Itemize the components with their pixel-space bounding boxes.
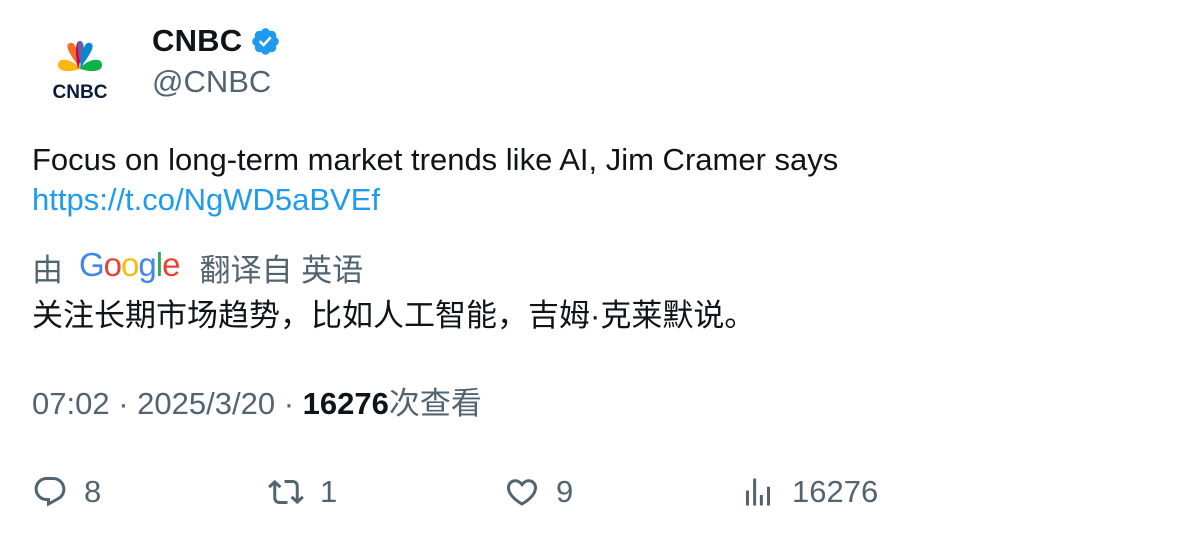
meta-separator: ·: [283, 386, 295, 421]
reply-icon: [34, 477, 66, 507]
translation-prefix: 由: [32, 252, 63, 288]
retweet-icon: [268, 479, 304, 505]
retweet-button[interactable]: 1: [268, 470, 337, 514]
author-info: CNBC @CNBC: [152, 20, 281, 102]
heart-icon: [506, 479, 538, 506]
verified-badge-icon[interactable]: [250, 26, 281, 57]
display-name[interactable]: CNBC: [152, 23, 242, 59]
tweet-text-content: Focus on long-term market trends like AI…: [32, 142, 839, 177]
tweet-time[interactable]: 07:02: [32, 386, 110, 421]
cnbc-peacock-logo-icon: CNBC: [53, 41, 108, 103]
tweet-meta: 07:02 · 2025/3/20 · 16276次查看: [32, 383, 482, 425]
translated-text: 关注长期市场趋势，比如人工智能，吉姆·克莱默说。: [32, 298, 756, 333]
action-bar: 8 1 9 16276: [32, 470, 1162, 514]
tweet-card: CNBC CNBC @CNBC Focus on long-term marke…: [0, 0, 1196, 538]
tweet-text: Focus on long-term market trends like AI…: [32, 140, 1162, 220]
display-name-row: CNBC: [152, 20, 281, 62]
translation-attribution: 由 Google 翻译自 英语: [32, 245, 363, 289]
like-count: 9: [556, 474, 574, 509]
reply-button[interactable]: 8: [32, 470, 101, 514]
views-button[interactable]: 16276: [740, 470, 878, 514]
avatar-logo-text: CNBC: [53, 82, 108, 103]
meta-separator: ·: [118, 386, 129, 421]
like-button[interactable]: 9: [504, 470, 573, 514]
views-label: 次查看: [388, 386, 482, 421]
views-action-count: 16276: [792, 474, 879, 509]
tweet-date[interactable]: 2025/3/20: [137, 386, 275, 421]
avatar[interactable]: CNBC: [32, 22, 128, 118]
analytics-icon: [746, 478, 770, 506]
handle[interactable]: @CNBC: [152, 62, 281, 102]
reply-count: 8: [84, 474, 102, 509]
retweet-count: 1: [320, 474, 338, 509]
views-count: 16276: [302, 386, 389, 421]
translation-suffix: 翻译自 英语: [199, 252, 364, 288]
tweet-link[interactable]: https://t.co/NgWD5aBVEf: [32, 180, 1162, 220]
google-logo[interactable]: Google: [79, 246, 180, 284]
